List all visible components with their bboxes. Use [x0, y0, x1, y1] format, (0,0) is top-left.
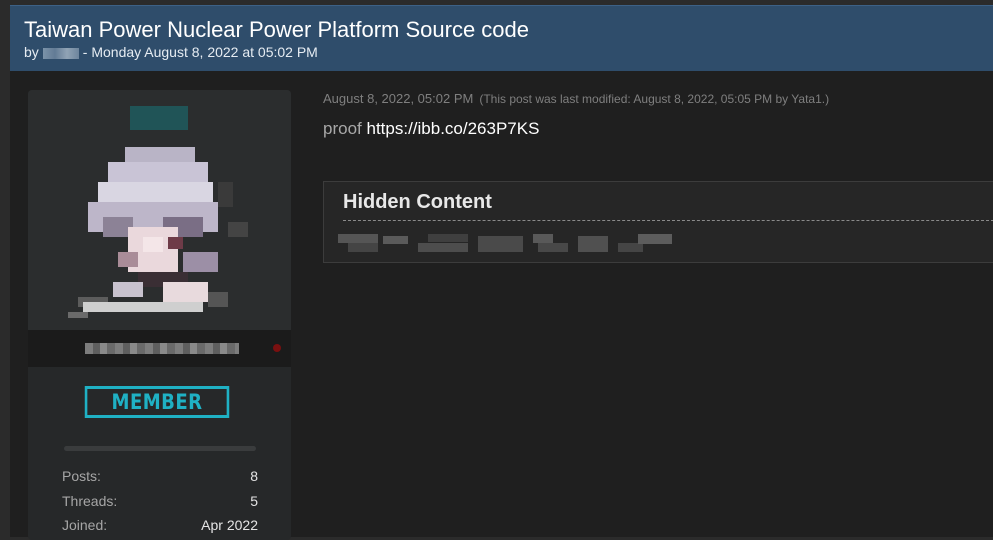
username-row — [28, 330, 291, 367]
hidden-content-redacted — [338, 234, 672, 252]
thread-date: - Monday August 8, 2022 at 05:02 PM — [82, 44, 318, 60]
post: MEMBER Posts: 8 Threads: 5 Joined: Apr 2… — [10, 71, 993, 540]
username-redacted[interactable] — [130, 106, 188, 130]
user-card: MEMBER Posts: 8 Threads: 5 Joined: Apr 2… — [28, 90, 291, 540]
post-body: proof https://ibb.co/263P7KS — [323, 119, 539, 139]
user-card-top — [28, 90, 291, 330]
post-timestamp: August 8, 2022, 05:02 PM — [323, 91, 474, 106]
avatar[interactable] — [68, 142, 253, 318]
stat-threads: Threads: 5 — [62, 489, 258, 514]
stat-label: Joined: — [62, 517, 108, 533]
reputation-bar — [64, 446, 256, 451]
user-stats: Posts: 8 Threads: 5 Joined: Apr 2022 — [62, 464, 258, 538]
stat-posts: Posts: 8 — [62, 464, 258, 489]
status-dot-icon — [273, 344, 281, 352]
username-redacted-text[interactable] — [85, 343, 239, 354]
stat-value: 8 — [250, 468, 258, 484]
hidden-content-title: Hidden Content — [343, 191, 492, 213]
author-name-redacted[interactable] — [42, 47, 79, 59]
stat-label: Threads: — [62, 492, 118, 509]
stat-label: Posts: — [62, 468, 101, 484]
post-meta: August 8, 2022, 05:02 PM (This post was l… — [323, 91, 829, 106]
stat-value: Apr 2022 — [201, 517, 258, 533]
avatar-image — [68, 147, 248, 318]
hidden-content-divider — [343, 220, 993, 221]
hidden-content-box: Hidden Content — [323, 181, 993, 263]
thread-title: Taiwan Power Nuclear Power Platform Sour… — [24, 17, 530, 42]
proof-link[interactable]: https://ibb.co/263P7KS — [366, 119, 539, 138]
post-body-text: proof — [323, 119, 362, 138]
stat-joined: Joined: Apr 2022 — [62, 513, 258, 538]
stat-value: 5 — [250, 492, 258, 509]
byline-prefix: by — [24, 44, 39, 60]
post-modified-note: (This post was last modified: August 8, … — [479, 92, 830, 106]
thread-byline: by - Monday August 8, 2022 at 05:02 PM — [24, 44, 318, 60]
thread-header: Taiwan Power Nuclear Power Platform Sour… — [10, 5, 993, 71]
rank-badge: MEMBER — [84, 386, 230, 418]
